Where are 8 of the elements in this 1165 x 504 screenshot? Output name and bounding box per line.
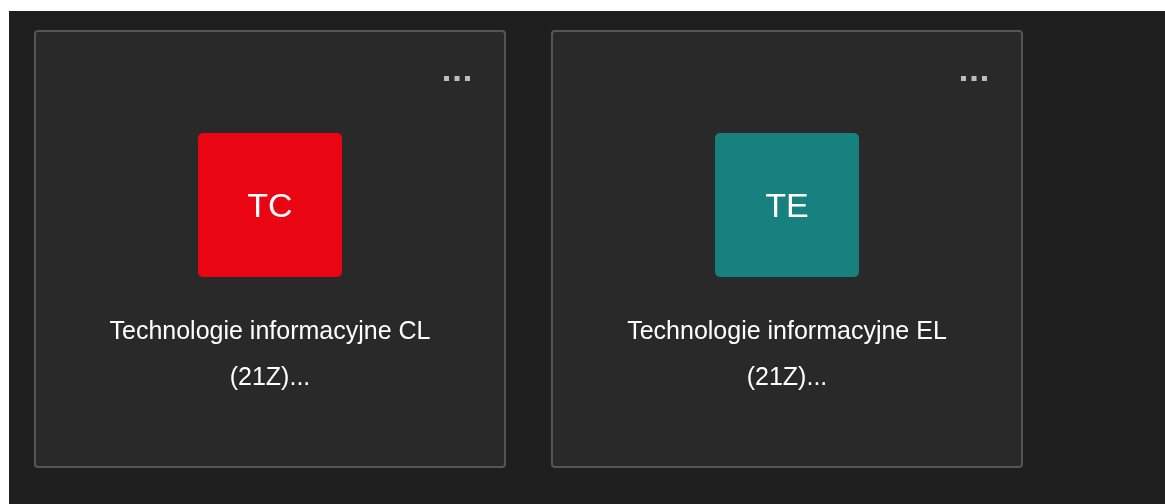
more-options-icon[interactable]	[444, 76, 470, 82]
team-avatar: TC	[198, 133, 342, 277]
team-card[interactable]: TE Technologie informacyjne EL (21Z)...	[551, 30, 1023, 468]
team-name: Technologie informacyjne EL (21Z)...	[626, 315, 948, 392]
more-options-icon[interactable]	[961, 76, 987, 82]
team-name: Technologie informacyjne CL (21Z)...	[108, 315, 432, 392]
team-card[interactable]: TC Technologie informacyjne CL (21Z)...	[34, 30, 506, 468]
team-avatar: TE	[715, 133, 859, 277]
